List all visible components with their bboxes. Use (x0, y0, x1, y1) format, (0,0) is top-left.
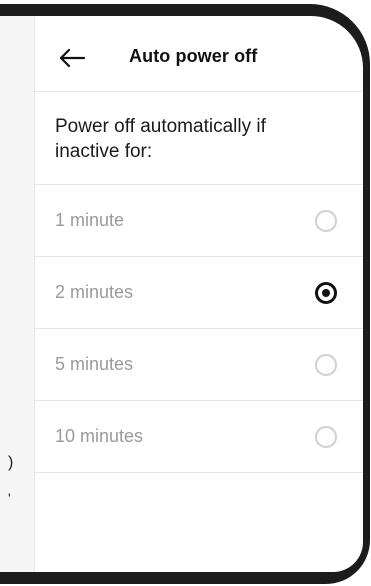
radio-selected[interactable] (315, 282, 337, 304)
option-label: 10 minutes (55, 426, 144, 446)
radio-unselected[interactable] (315, 210, 337, 232)
arrow-left-icon (59, 48, 86, 68)
option-label: 1 minute (55, 210, 125, 230)
radio-unselected[interactable] (315, 354, 337, 376)
options-list: 1 minute 2 minutes 5 minutes 10 minutes (35, 185, 363, 473)
option-label: 5 minutes (55, 354, 134, 374)
header: Auto power off (35, 16, 363, 92)
option-row[interactable]: 10 minutes (35, 401, 363, 473)
background-glyph: ) (8, 454, 14, 471)
stage: ) ' Auto power off Power off automatical… (0, 0, 371, 586)
back-button[interactable] (57, 44, 87, 72)
background-glyph: ' (8, 490, 11, 506)
option-row[interactable]: 2 minutes (35, 257, 363, 329)
radio-unselected[interactable] (315, 426, 337, 448)
option-row[interactable]: 1 minute (35, 185, 363, 257)
page-title: Auto power off (129, 46, 258, 66)
option-label: 2 minutes (55, 282, 134, 302)
intro-text: Power off automatically if inactive for: (55, 116, 266, 162)
auto-power-off-screen: Auto power off Power off automatically i… (34, 16, 363, 572)
option-row[interactable]: 5 minutes (35, 329, 363, 401)
